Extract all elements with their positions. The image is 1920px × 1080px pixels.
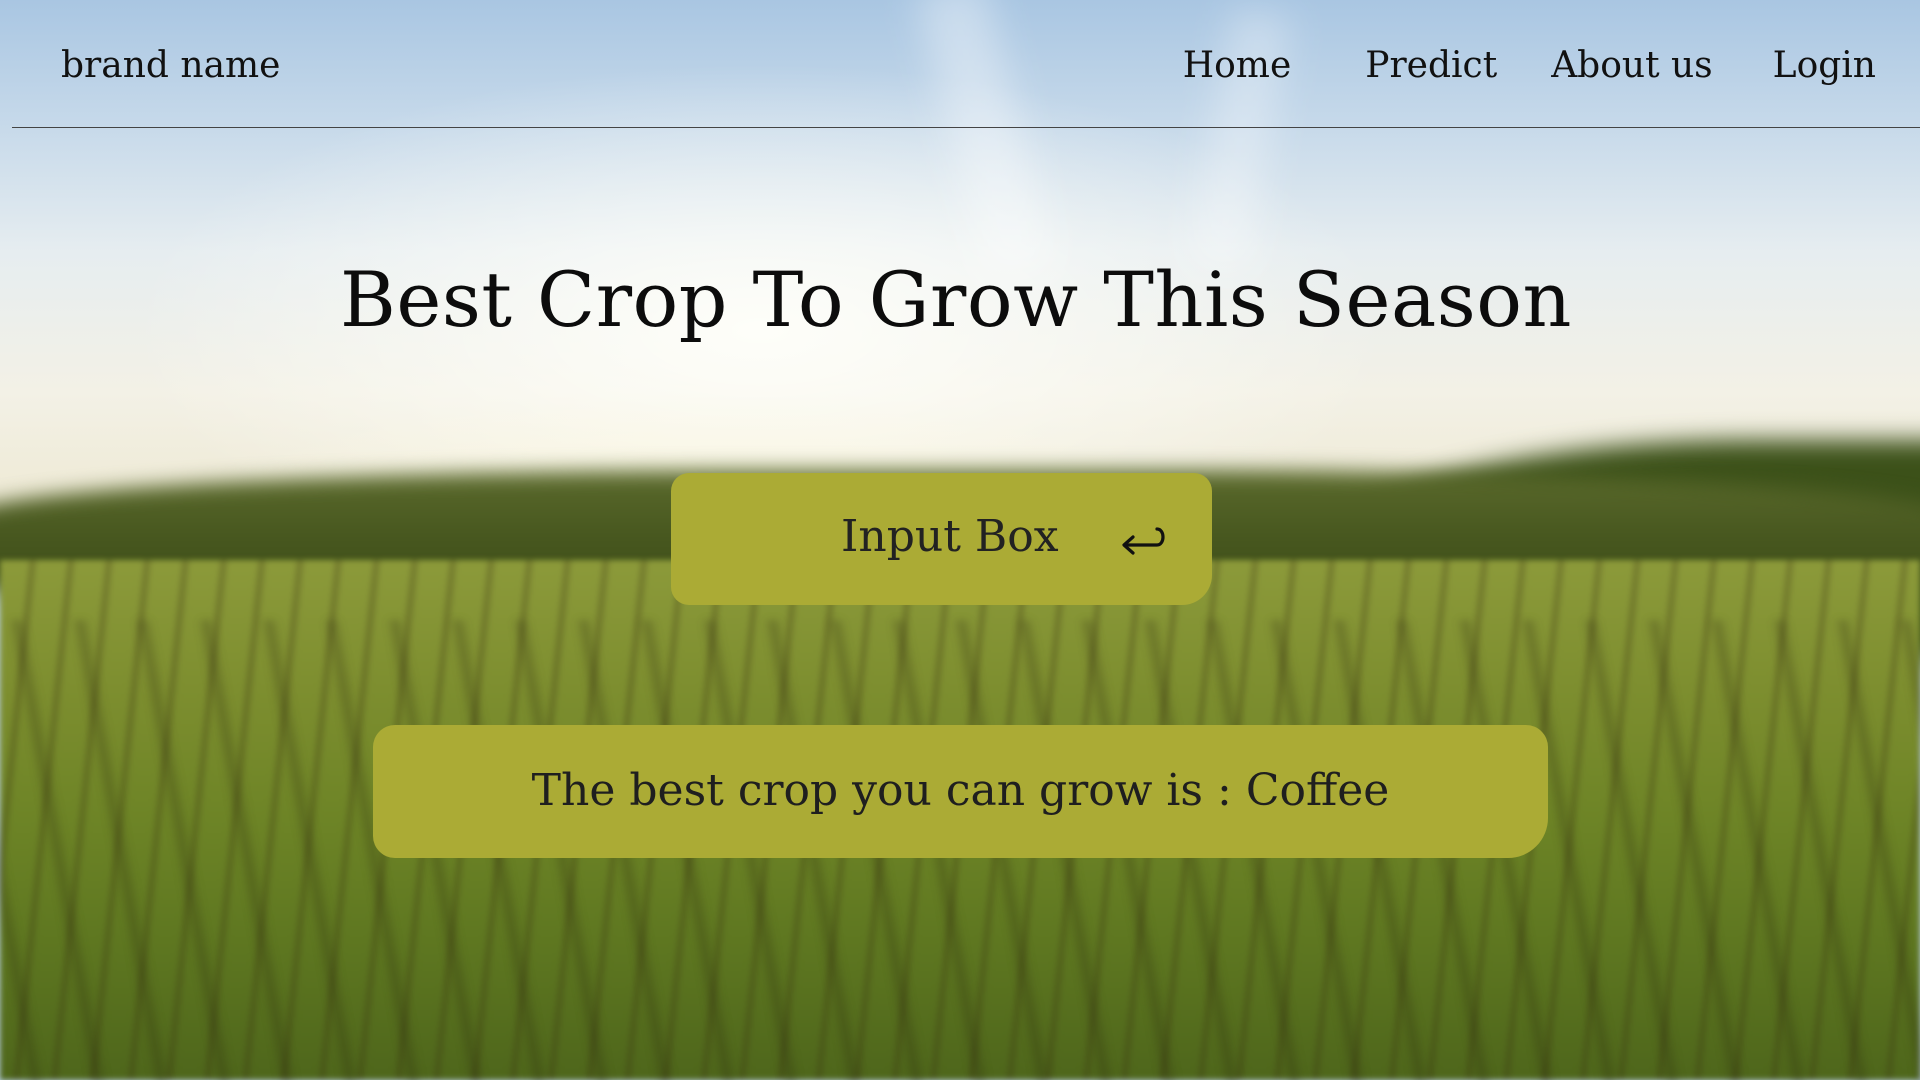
- crop-input-box[interactable]: Input Box: [671, 473, 1212, 605]
- nav-link-predict[interactable]: Predict: [1365, 48, 1497, 84]
- top-navbar: brand name Home Predict About us Login: [0, 0, 1920, 128]
- nav-link-home[interactable]: Home: [1183, 48, 1292, 84]
- page-title: Best Crop To Grow This Season: [0, 262, 1920, 338]
- page-title-text: Best Crop To Grow This Season: [340, 255, 1572, 344]
- brand-name[interactable]: brand name: [61, 48, 280, 84]
- nav-links: Home Predict About us Login: [1183, 48, 1876, 84]
- nav-link-login[interactable]: Login: [1773, 48, 1876, 84]
- result-text: The best crop you can grow is : Coffee: [531, 765, 1390, 816]
- result-box: The best crop you can grow is : Coffee: [373, 725, 1548, 858]
- enter-return-icon[interactable]: [1117, 523, 1167, 559]
- page: brand name Home Predict About us Login B…: [0, 0, 1920, 1080]
- nav-link-about-us[interactable]: About us: [1551, 48, 1712, 84]
- input-box-label: Input Box: [841, 511, 1059, 562]
- nav-divider: [12, 127, 1920, 128]
